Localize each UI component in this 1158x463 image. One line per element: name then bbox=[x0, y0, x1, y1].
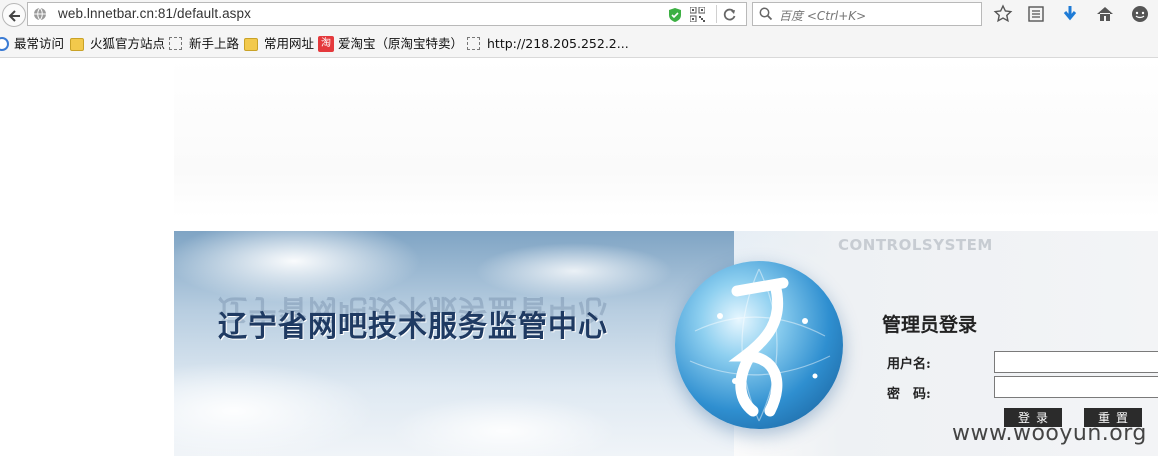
brand-text: CONTROLSYSTEM bbox=[838, 236, 993, 254]
username-label: 用户名: bbox=[887, 357, 931, 372]
globe-network-icon bbox=[689, 268, 831, 422]
bookmark-star-icon[interactable] bbox=[993, 4, 1013, 24]
qr-code-icon[interactable] bbox=[690, 7, 705, 22]
globe-logo-icon bbox=[675, 261, 843, 429]
bookmark-firefox-official[interactable]: 火狐官方站点 bbox=[70, 36, 170, 52]
bookmark-most-visited[interactable]: 最常访问 bbox=[0, 36, 74, 52]
browser-toolbar: web.lnnetbar.cn:81/default.aspx 百度 <Ctrl bbox=[0, 0, 1158, 30]
chat-icon[interactable] bbox=[1130, 4, 1150, 24]
taobao-icon: 淘 bbox=[318, 36, 334, 52]
page-title-reflection: 辽宁省网吧技术服务监管中心 bbox=[218, 293, 609, 327]
reading-list-icon[interactable] bbox=[1026, 4, 1046, 24]
bookmark-ip-link[interactable]: http://218.205.252.2... bbox=[467, 36, 629, 52]
password-label: 密 码: bbox=[887, 387, 931, 402]
shield-icon[interactable] bbox=[668, 7, 682, 23]
page-icon bbox=[169, 37, 182, 50]
url-bar[interactable]: web.lnnetbar.cn:81/default.aspx bbox=[27, 2, 747, 26]
folder-icon bbox=[70, 38, 84, 51]
bookmarks-bar: 最常访问 火狐官方站点 新手上路 常用网址 淘 爱淘宝（原淘宝特卖） http:… bbox=[0, 30, 1158, 58]
url-separator bbox=[716, 5, 717, 23]
url-text: web.lnnetbar.cn:81/default.aspx bbox=[58, 6, 251, 21]
bookmark-ai-taobao[interactable]: 淘 爱淘宝（原淘宝特卖） bbox=[318, 36, 463, 52]
back-button[interactable] bbox=[2, 3, 26, 27]
most-visited-icon bbox=[0, 37, 9, 51]
search-placeholder: 百度 <Ctrl+K> bbox=[779, 9, 867, 23]
reload-icon[interactable] bbox=[722, 7, 737, 22]
watermark: www.wooyun.org bbox=[952, 421, 1147, 446]
page-icon bbox=[467, 37, 480, 50]
back-arrow-icon bbox=[8, 10, 20, 22]
search-icon bbox=[759, 7, 773, 21]
login-heading: 管理员登录 bbox=[882, 314, 978, 336]
download-icon[interactable] bbox=[1060, 4, 1080, 24]
globe-icon bbox=[34, 7, 46, 21]
folder-icon bbox=[244, 38, 258, 51]
page-top-area bbox=[174, 58, 1158, 218]
bookmark-common-sites[interactable]: 常用网址 bbox=[244, 36, 324, 52]
search-bar[interactable]: 百度 <Ctrl+K> bbox=[752, 2, 982, 26]
bookmark-getting-started[interactable]: 新手上路 bbox=[169, 36, 249, 52]
home-icon[interactable] bbox=[1095, 4, 1115, 24]
password-input[interactable] bbox=[994, 376, 1158, 398]
username-input[interactable] bbox=[994, 351, 1158, 373]
